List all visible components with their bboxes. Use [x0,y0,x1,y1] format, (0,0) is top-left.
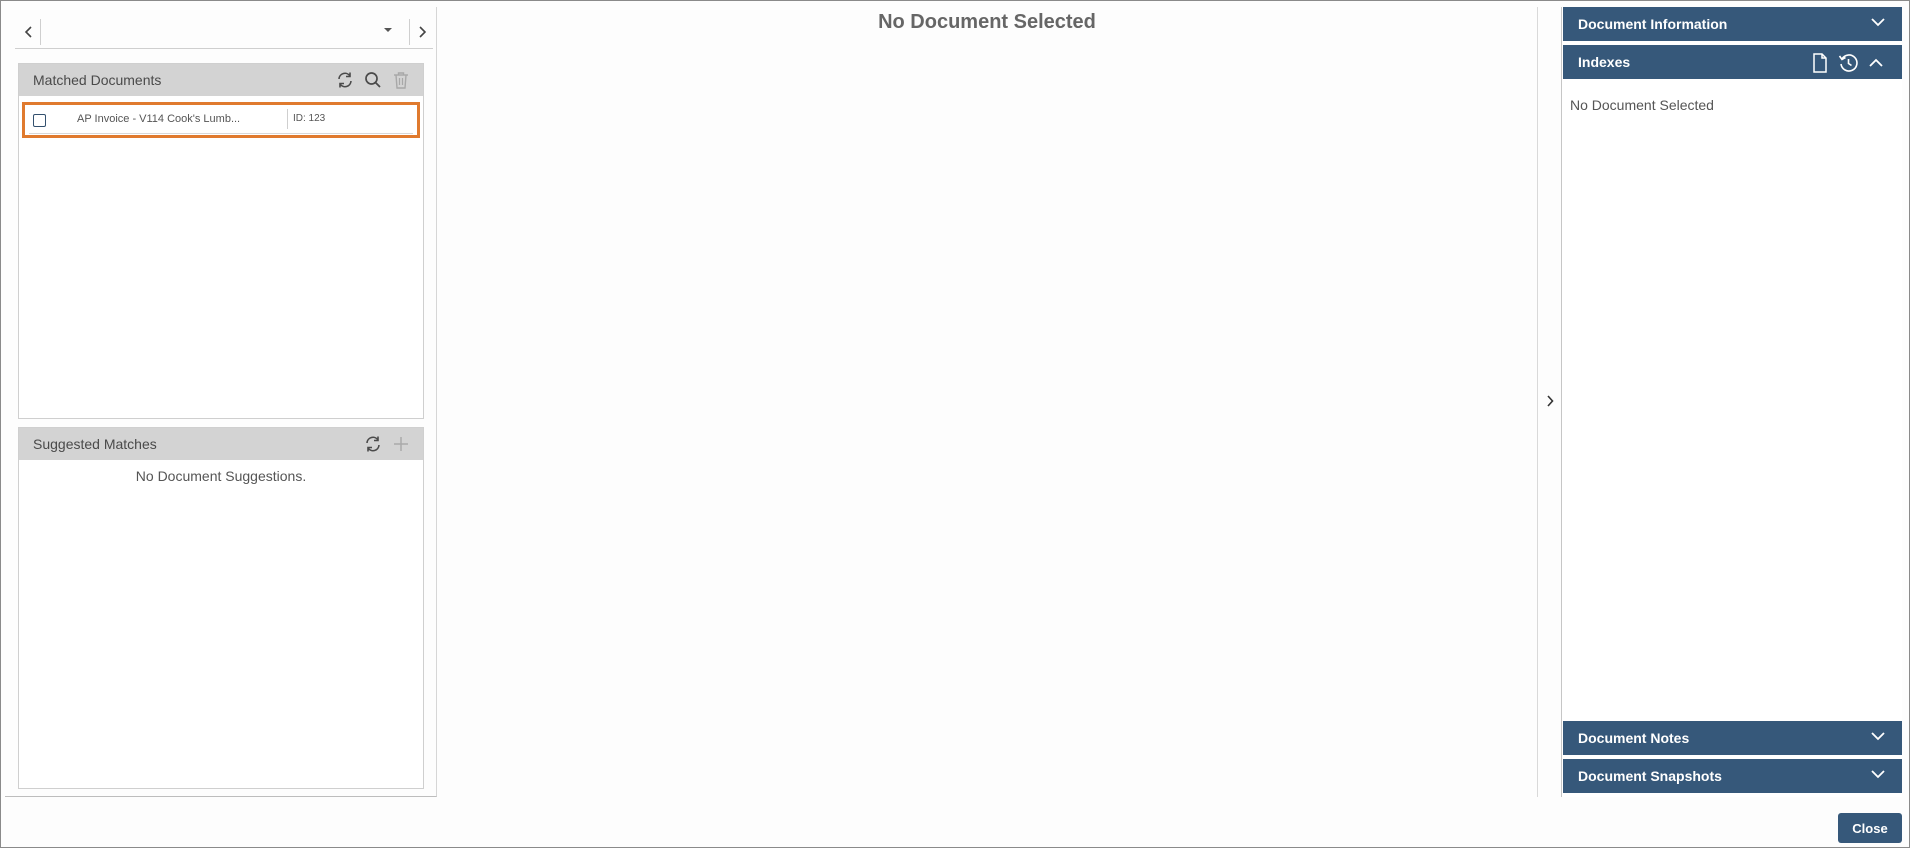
delete-matched-button[interactable] [389,68,413,92]
document-title: AP Invoice - V114 Cook's Lumb... [77,113,241,125]
next-button[interactable] [409,19,433,45]
document-notes-title: Document Notes [1578,730,1690,746]
chevron-down-icon [1871,770,1885,779]
suggested-matches-header: Suggested Matches [19,428,423,460]
document-information-title: Document Information [1578,16,1728,32]
chevron-left-icon [24,26,32,38]
no-suggestions-text: No Document Suggestions. [135,468,307,484]
refresh-suggested-button[interactable] [361,432,385,456]
refresh-icon [366,436,380,452]
caret-down-icon [384,28,392,32]
matched-documents-header: Matched Documents [19,64,423,96]
chevron-down-icon [1871,18,1885,27]
document-id: ID: 123 [293,113,326,124]
left-panel: Matched Documents AP Invoice - V114 Cook… [5,7,437,797]
viewer-title: No Document Selected [878,11,1096,33]
matched-documents-title: Matched Documents [33,72,162,88]
document-snapshots-title: Document Snapshots [1578,768,1722,784]
search-matched-button[interactable] [361,68,385,92]
chevron-down-icon [1871,732,1885,741]
close-button[interactable]: Close [1838,813,1902,843]
collapse-indexes-button[interactable] [1864,51,1888,75]
document-snapshots-header[interactable]: Document Snapshots [1563,759,1902,793]
search-icon [365,72,381,88]
document-navigator [15,15,433,49]
collapse-panel-button[interactable] [1541,389,1559,413]
matched-document-row[interactable]: AP Invoice - V114 Cook's Lumb... ID: 123 [22,102,420,138]
previous-button[interactable] [17,19,41,45]
right-panel: Document Information Indexes No Document… [1561,7,1902,797]
chevron-right-icon [1547,395,1554,407]
indexes-empty-text: No Document Selected [1570,97,1714,113]
document-checkbox[interactable] [33,114,46,127]
document-select[interactable] [43,19,403,45]
window-frame: Matched Documents AP Invoice - V114 Cook… [0,0,1910,848]
plus-icon [394,437,408,451]
index-history-button[interactable] [1836,51,1860,75]
trash-icon [394,72,408,89]
history-icon [1838,54,1858,72]
document-information-header[interactable]: Document Information [1563,7,1902,41]
add-suggested-button[interactable] [389,432,413,456]
chevron-up-icon [1869,58,1883,67]
indexes-header[interactable]: Indexes [1563,45,1902,79]
indexes-title: Indexes [1578,54,1631,70]
viewer-divider [1537,7,1538,797]
refresh-matched-button[interactable] [333,68,357,92]
document-index-button[interactable] [1808,51,1832,75]
chevron-right-icon [418,26,426,38]
document-notes-header[interactable]: Document Notes [1563,721,1902,755]
refresh-icon [338,72,352,88]
suggested-matches-title: Suggested Matches [33,436,157,452]
matched-documents-section: Matched Documents AP Invoice - V114 Cook… [18,63,424,419]
suggested-matches-section: Suggested Matches No Document Suggestion… [18,427,424,789]
row-underline [29,133,413,134]
column-divider [287,109,288,129]
document-icon [1813,53,1827,73]
